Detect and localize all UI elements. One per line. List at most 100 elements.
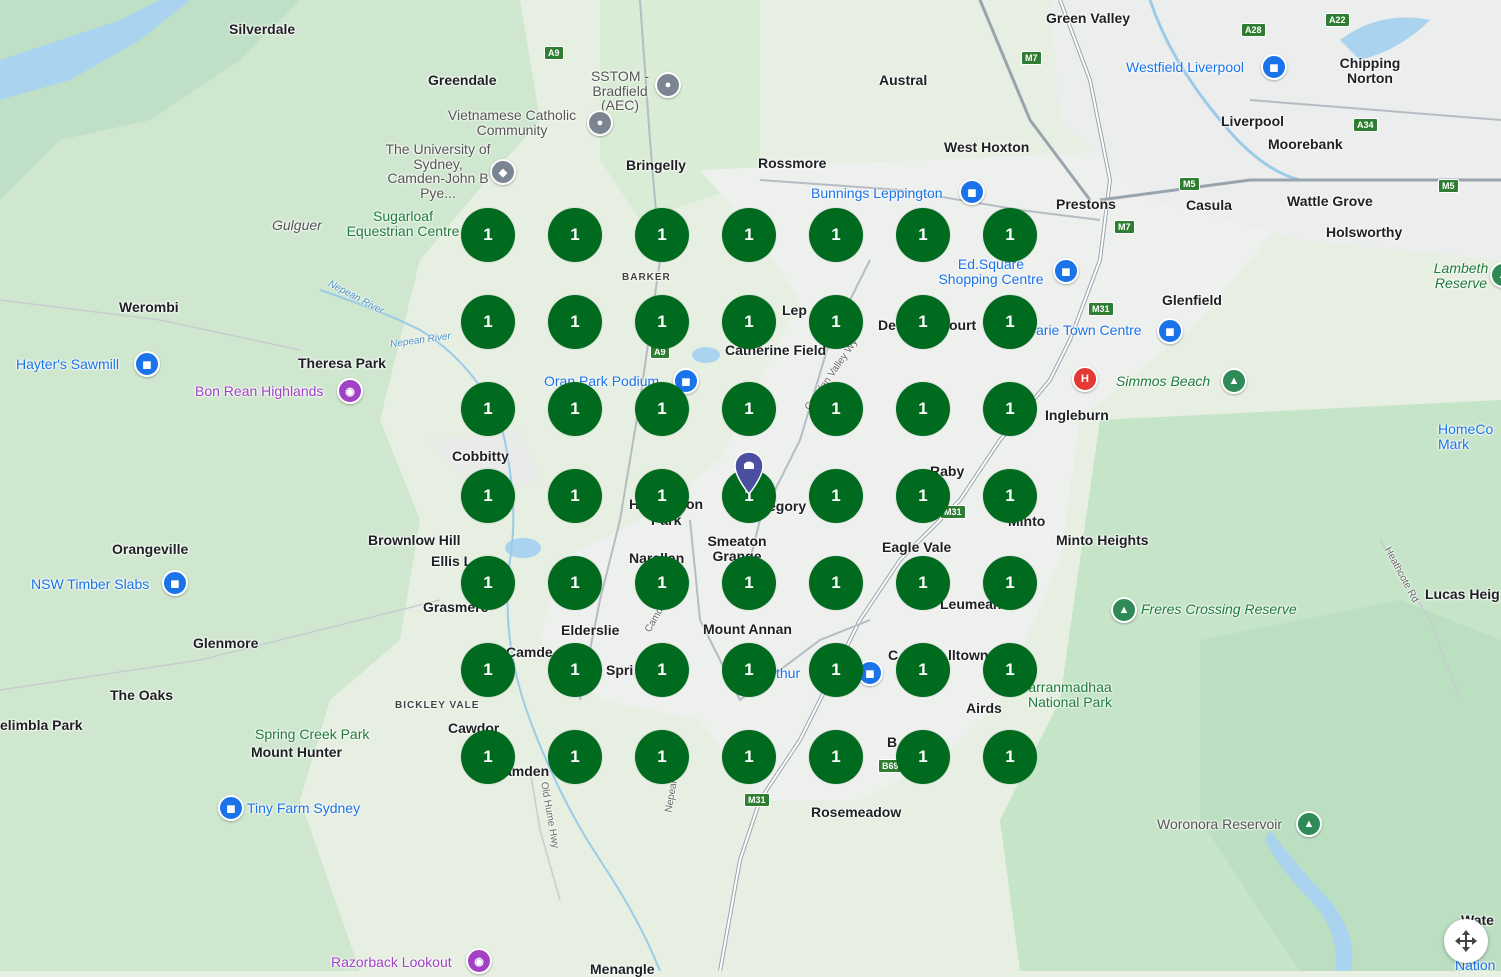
poi-label[interactable]: Sugarloaf Equestrian Centre [338,209,468,239]
cluster-marker[interactable]: 1 [896,556,950,610]
place-label: Lep [782,302,807,318]
place-label: BARKER [622,272,671,283]
cluster-marker[interactable]: 1 [896,643,950,697]
poi-label[interactable]: NSW Timber Slabs [31,577,149,592]
tree-icon[interactable]: ▲ [1111,597,1137,623]
cluster-marker[interactable]: 1 [896,208,950,262]
poi-label[interactable]: Freres Crossing Reserve [1141,602,1297,617]
poi-label[interactable]: HomeCo Mark [1438,422,1501,452]
place-label: Mount Hunter [251,744,342,760]
shopping-bag-icon[interactable]: ◼ [134,351,160,377]
cluster-marker[interactable]: 1 [461,469,515,523]
cluster-marker[interactable]: 1 [896,382,950,436]
cluster-marker[interactable]: 1 [809,208,863,262]
shopping-bag-icon[interactable]: ◼ [162,570,188,596]
cluster-marker[interactable]: 1 [548,469,602,523]
poi-label[interactable]: arie Town Centre [1036,323,1142,338]
cluster-marker[interactable]: 1 [722,730,776,784]
cluster-marker[interactable]: 1 [896,295,950,349]
camera-icon[interactable]: ◉ [466,948,492,974]
cluster-marker[interactable]: 1 [983,556,1037,610]
camera-icon[interactable]: ◉ [337,378,363,404]
cluster-marker[interactable]: 1 [635,556,689,610]
cluster-marker[interactable]: 1 [461,730,515,784]
hospital-icon[interactable]: H [1072,366,1098,392]
cluster-marker[interactable]: 1 [548,556,602,610]
cluster-marker[interactable]: 1 [809,556,863,610]
cluster-marker[interactable]: 1 [809,295,863,349]
cluster-marker[interactable]: 1 [461,208,515,262]
cluster-marker[interactable]: 1 [983,469,1037,523]
cluster-marker[interactable]: 1 [461,556,515,610]
shopping-bag-icon[interactable]: ◼ [1053,258,1079,284]
poi-label[interactable]: The University of Sydney, Camden-John B … [383,142,493,201]
cluster-marker[interactable]: 1 [983,382,1037,436]
place-label: lltown [948,647,989,663]
cluster-marker[interactable]: 1 [461,295,515,349]
poi-label[interactable]: SSTOM - Bradfield (AEC) [578,69,662,113]
shopping-bag-icon[interactable]: ◼ [1157,318,1183,344]
poi-label[interactable]: Razorback Lookout [331,955,452,970]
cluster-marker[interactable]: 1 [896,730,950,784]
location-pin-icon[interactable] [734,451,764,495]
cluster-marker[interactable]: 1 [635,469,689,523]
poi-label[interactable]: Tiny Farm Sydney [247,801,360,816]
cluster-marker[interactable]: 1 [548,643,602,697]
map-camera-control-button[interactable] [1444,919,1488,963]
place-label: Wattle Grove [1287,193,1373,209]
cluster-marker[interactable]: 1 [635,295,689,349]
tree-icon[interactable]: ▲ [1221,368,1247,394]
cluster-marker[interactable]: 1 [983,295,1037,349]
cluster-marker[interactable]: 1 [635,208,689,262]
cluster-marker[interactable]: 1 [635,643,689,697]
poi-label[interactable]: Lambeth Reserve [1424,261,1498,291]
place-label: Camde [506,644,553,660]
cluster-marker[interactable]: 1 [548,730,602,784]
place-label: Orangeville [112,541,189,557]
cluster-marker[interactable]: 1 [983,730,1037,784]
tree-icon[interactable]: ▲ [1296,811,1322,837]
poi-label[interactable]: Hayter's Sawmill [16,357,119,372]
poi-label[interactable]: Bunnings Leppington [811,186,943,201]
shopping-bag-icon[interactable]: ◼ [959,179,985,205]
cluster-marker[interactable]: 1 [896,469,950,523]
cluster-marker[interactable]: 1 [635,730,689,784]
cluster-marker[interactable]: 1 [983,643,1037,697]
cluster-marker[interactable]: 1 [461,643,515,697]
cluster-marker[interactable]: 1 [983,208,1037,262]
landmark-icon[interactable]: ● [655,72,681,98]
poi-label[interactable]: Woronora Reservoir [1157,817,1282,832]
cluster-marker[interactable]: 1 [809,469,863,523]
poi-label[interactable]: Westfield Liverpool [1126,60,1244,75]
place-label: Austral [879,72,928,88]
cluster-marker[interactable]: 1 [635,382,689,436]
poi-label[interactable]: thur [776,666,800,681]
place-label: Elderslie [561,622,620,638]
poi-label[interactable]: Simmos Beach [1116,374,1210,389]
cluster-marker[interactable]: 1 [461,382,515,436]
cluster-marker[interactable]: 1 [722,295,776,349]
shopping-bag-icon[interactable]: ◼ [1261,54,1287,80]
landmark-icon[interactable]: ● [587,110,613,136]
poi-label[interactable]: Vietnamese Catholic Community [437,108,587,138]
school-icon[interactable]: ◆ [490,159,516,185]
place-label: Airds [966,700,1002,716]
poi-label[interactable]: Ed.Square Shopping Centre [932,257,1050,287]
cluster-marker[interactable]: 1 [548,382,602,436]
cluster-marker[interactable]: 1 [809,730,863,784]
cluster-marker[interactable]: 1 [548,295,602,349]
cluster-marker[interactable]: 1 [722,643,776,697]
road-shield: M7 [1114,220,1135,234]
cluster-marker[interactable]: 1 [722,382,776,436]
cluster-marker[interactable]: 1 [722,556,776,610]
cluster-marker[interactable]: 1 [809,382,863,436]
cluster-marker[interactable]: 1 [548,208,602,262]
move-arrows-icon [1455,930,1477,952]
place-label: Brownlow Hill [368,532,461,548]
place-label: Casula [1186,197,1232,213]
cluster-marker[interactable]: 1 [809,643,863,697]
poi-label[interactable]: Bon Rean Highlands [195,384,323,399]
shopping-bag-icon[interactable]: ◼ [218,795,244,821]
place-label: Ingleburn [1045,407,1109,423]
cluster-marker[interactable]: 1 [722,208,776,262]
